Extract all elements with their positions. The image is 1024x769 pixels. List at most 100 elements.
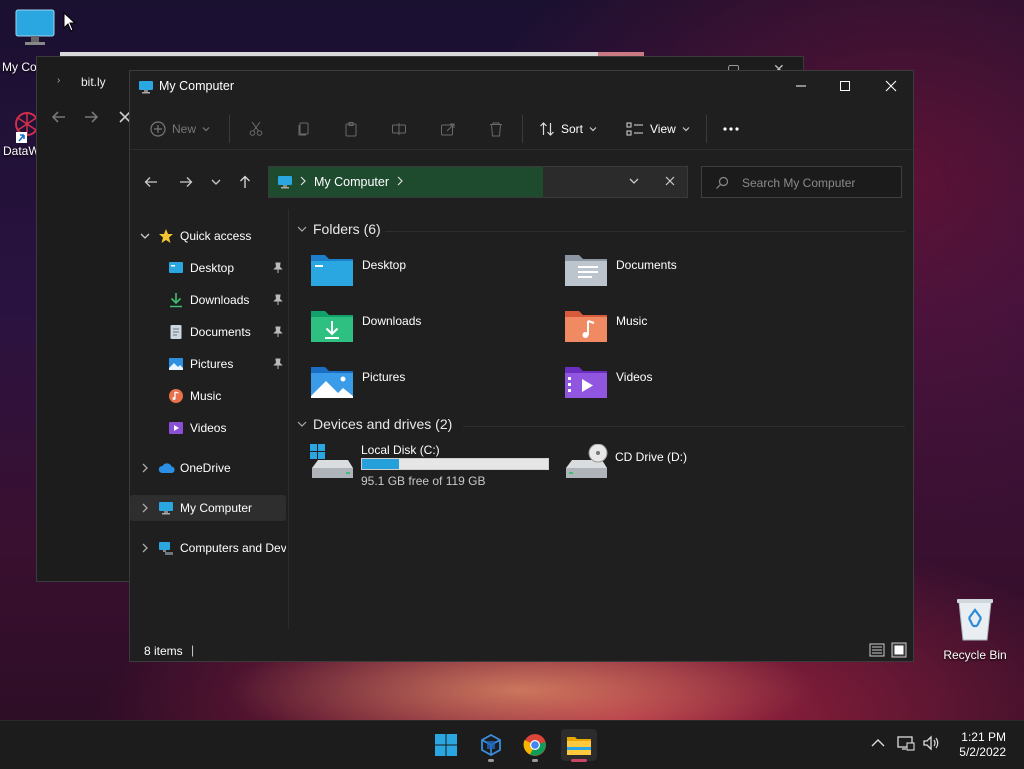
navigation-pane: Quick access Desktop Downloads Documents…: [130, 209, 288, 629]
pin-icon[interactable]: [272, 262, 284, 274]
drives-section-title: Devices and drives (2): [313, 416, 453, 432]
speaker-icon: [923, 735, 939, 751]
cut-button[interactable]: [248, 119, 264, 139]
sidebar-item-desktop[interactable]: Desktop: [130, 255, 286, 281]
browser-forward-icon[interactable]: [83, 109, 99, 125]
windows-logo-icon: [435, 734, 457, 756]
recycle-bin-icon: [955, 596, 995, 642]
monitor-icon: [13, 6, 57, 50]
arrow-left-icon: [144, 177, 157, 187]
drives-section-header[interactable]: Devices and drives (2): [297, 416, 452, 432]
system-clock[interactable]: 1:21 PM 5/2/2022: [959, 730, 1006, 760]
chevron-down-icon: [297, 226, 307, 232]
view-button-label: View: [650, 122, 676, 136]
sidebar-item-onedrive[interactable]: OneDrive: [130, 455, 286, 481]
pictures-folder-icon: [311, 367, 353, 398]
taskbar: 1:21 PM 5/2/2022: [0, 720, 1024, 769]
folder-label: Pictures: [362, 370, 406, 384]
drive-tile-local-disk[interactable]: Local Disk (C:) 95.1 GB free of 119 GB: [310, 442, 550, 492]
desktop-icon-label: DataW: [3, 144, 40, 158]
new-button[interactable]: New: [150, 119, 210, 139]
toolbar-separator: [706, 115, 707, 143]
address-path-highlight: [269, 167, 543, 197]
copy-button[interactable]: [296, 119, 312, 139]
folder-tile-videos[interactable]: Videos: [564, 363, 652, 407]
tiles-view-button[interactable]: [891, 642, 907, 658]
desktop-icon-datawrapper[interactable]: DataW: [0, 110, 40, 158]
sidebar-item-documents[interactable]: Documents: [130, 319, 286, 345]
drive-usage-fill: [362, 459, 400, 469]
show-hidden-icons-button[interactable]: [871, 738, 885, 748]
desktop-icon-recycle-bin[interactable]: Recycle Bin: [940, 596, 1010, 662]
address-path-label[interactable]: My Computer: [314, 175, 389, 189]
minimize-button[interactable]: [778, 71, 824, 101]
taskbar-app-chrome[interactable]: [517, 729, 553, 762]
sidebar-item-network[interactable]: Computers and Dev: [130, 535, 286, 561]
desktop-icon: [169, 262, 183, 273]
browser-back-icon[interactable]: [51, 109, 67, 125]
chevron-right-icon[interactable]: [396, 175, 404, 187]
up-button[interactable]: [236, 173, 254, 191]
forward-button[interactable]: [177, 173, 195, 191]
sidebar-item-label: Pictures: [190, 357, 234, 371]
pin-icon[interactable]: [272, 326, 284, 338]
sort-button[interactable]: Sort: [539, 119, 597, 139]
computer-icon: [138, 79, 154, 95]
chevron-right-icon: [142, 543, 148, 553]
search-box[interactable]: Search My Computer: [701, 166, 902, 198]
sidebar-item-music[interactable]: Music: [130, 383, 286, 409]
pane-divider[interactable]: [288, 209, 289, 629]
share-button[interactable]: [440, 119, 456, 139]
rename-button[interactable]: [391, 119, 407, 139]
maximize-button[interactable]: [822, 71, 868, 101]
sidebar-item-quick-access[interactable]: Quick access: [130, 223, 286, 249]
item-count: 8 items: [144, 644, 183, 658]
address-dropdown-button[interactable]: [629, 176, 639, 186]
plus-circle-icon: [150, 121, 166, 137]
network-status-button[interactable]: [897, 735, 915, 751]
address-clear-button[interactable]: [665, 176, 675, 186]
close-button[interactable]: [868, 71, 914, 101]
pin-icon[interactable]: [272, 358, 284, 370]
folder-tile-pictures[interactable]: Pictures: [310, 363, 405, 407]
arrow-right-icon: [180, 177, 193, 187]
downloads-icon: [170, 293, 182, 308]
folder-tile-desktop[interactable]: Desktop: [310, 251, 406, 295]
pin-icon[interactable]: [272, 294, 284, 306]
back-button[interactable]: [142, 173, 160, 191]
folder-tile-downloads[interactable]: Downloads: [310, 307, 421, 351]
videos-icon: [169, 422, 183, 434]
arrow-up-icon: [240, 175, 250, 188]
taskbar-app-file-explorer[interactable]: [561, 729, 597, 762]
drive-tile-cd-drive[interactable]: CD Drive (D:): [564, 442, 764, 492]
search-icon: [715, 176, 729, 190]
running-indicator: [532, 759, 538, 762]
folder-tile-music[interactable]: Music: [564, 307, 647, 351]
computer-icon: [159, 502, 173, 515]
details-view-button[interactable]: [869, 643, 885, 657]
sidebar-item-label: Documents: [190, 325, 251, 339]
taskbar-app-datawrapper[interactable]: [473, 729, 509, 762]
folder-tile-documents[interactable]: Documents: [564, 251, 677, 295]
delete-button[interactable]: [488, 119, 504, 139]
sidebar-item-my-computer[interactable]: My Computer: [130, 495, 286, 521]
sidebar-item-pictures[interactable]: Pictures: [130, 351, 286, 377]
view-button[interactable]: View: [626, 119, 690, 139]
paste-button[interactable]: [343, 119, 359, 139]
folder-label: Desktop: [362, 258, 407, 272]
onedrive-cloud-icon: [158, 463, 175, 473]
sidebar-item-downloads[interactable]: Downloads: [130, 287, 286, 313]
search-input[interactable]: Search My Computer: [742, 176, 855, 190]
address-bar[interactable]: My Computer: [268, 166, 688, 198]
folder-label: Documents: [616, 258, 677, 272]
copy-icon: [298, 122, 309, 136]
rename-icon: [392, 123, 406, 135]
recent-locations-button[interactable]: [207, 173, 225, 191]
folders-section-header[interactable]: Folders (6): [297, 221, 381, 237]
title-bar[interactable]: My Computer: [130, 71, 913, 103]
start-button[interactable]: [428, 729, 464, 761]
drive-usage-bar: [361, 458, 549, 470]
more-options-button[interactable]: [722, 119, 740, 139]
volume-button[interactable]: [922, 735, 940, 751]
sidebar-item-videos[interactable]: Videos: [130, 415, 286, 441]
